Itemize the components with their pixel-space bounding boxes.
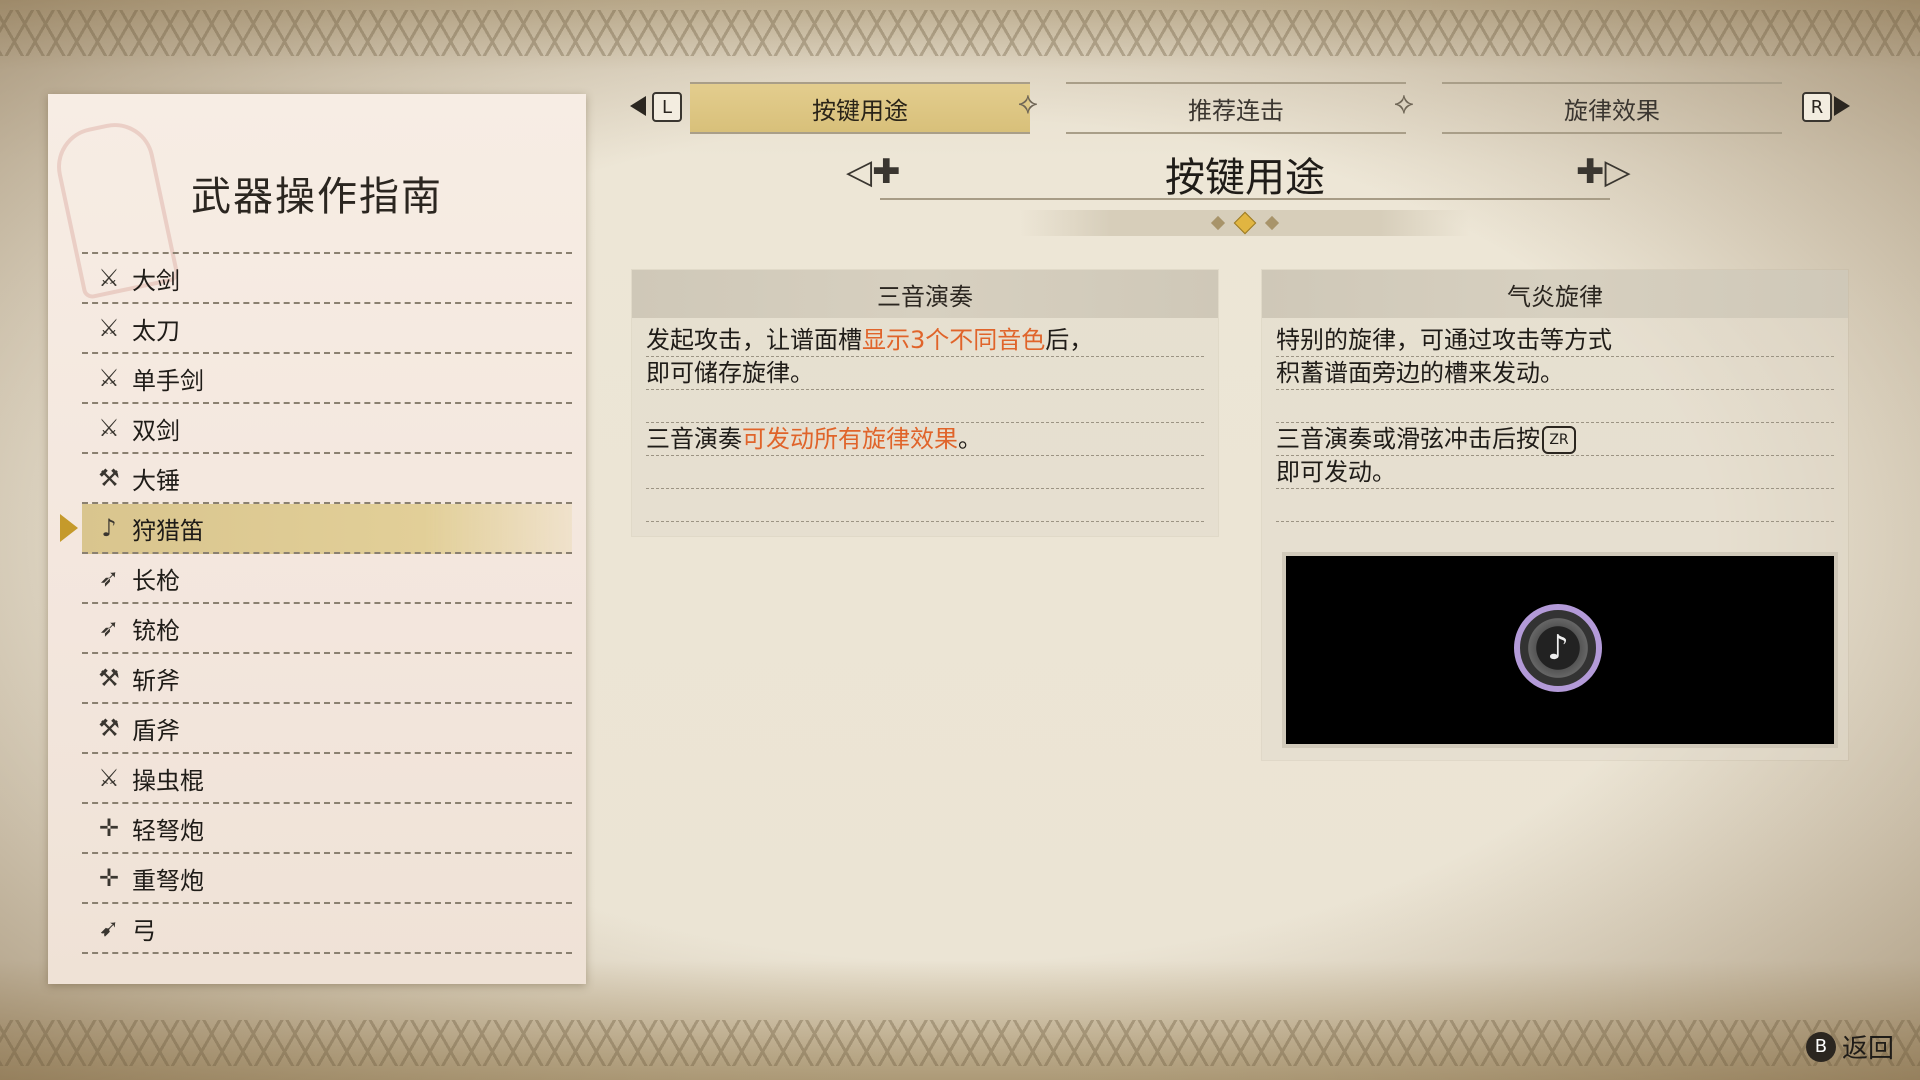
insect-glaive-icon: ⚔ [98,764,120,792]
highlight-text: 可发动所有旋律效果 [742,425,958,453]
weapon-label: 长枪 [132,566,180,595]
tab-divider-icon: ⟡ [1018,86,1038,121]
charge-blade-icon: ⚒ [98,714,120,742]
zr-button-icon: ZR [1542,426,1576,454]
weapon-item[interactable]: ✛ 重弩炮 [82,854,572,904]
demo-video: ♪ [1286,556,1834,744]
section-title: 按键用途 [1165,155,1325,201]
section-divider [880,198,1610,200]
selection-cursor-icon [60,514,78,542]
weapon-label: 重弩炮 [132,866,204,895]
sword-and-shield-icon: ⚔ [98,364,120,392]
weapon-item[interactable]: ⚔ 双剑 [82,404,572,454]
tab-prev-arrow-icon[interactable] [630,96,646,116]
tab-recommended-combos[interactable]: 推荐连击 [1066,82,1406,134]
weapon-item[interactable]: ➶ 铳枪 [82,604,572,654]
weapon-item[interactable]: ⚔ 太刀 [82,304,572,354]
heavy-bowgun-icon: ✛ [98,864,120,892]
weapon-item[interactable]: ♪ 狩猎笛 [60,504,572,554]
hammer-icon: ⚒ [98,464,120,492]
tab-melody-effects[interactable]: 旋律效果 [1442,82,1782,134]
hunting-horn-icon: ♪ [101,514,117,542]
card-text-line [646,489,1204,522]
weapon-label: 弓 [132,916,156,945]
page-dot [1233,211,1257,235]
weapon-item[interactable]: ⚒ 斩斧 [82,654,572,704]
weapon-label: 单手剑 [132,366,204,395]
weapon-label: 太刀 [132,316,180,345]
highlight-text: 显示3个不同音色 [862,326,1046,354]
weapon-label: 铳枪 [132,616,180,645]
card-text-line: 三音演奏或滑弦冲击后按 ZR [1276,423,1834,456]
bow-icon: ➹ [98,914,120,942]
bottom-border-pattern [0,1020,1920,1066]
card-text-line: 特别的旋律，可通过攻击等方式 [1276,324,1834,357]
card-heading: 三音演奏 [632,270,1218,318]
switch-axe-icon: ⚒ [98,664,120,692]
weapon-item[interactable]: ⚔ 大剑 [82,252,572,304]
weapon-list: ⚔ 大剑 ⚔ 太刀 ⚔ 单手剑 ⚔ 双剑 ⚒ 大锤 ♪ 狩猎笛 ➶ 长枪 ➶ 铳枪 ⚒ 斩斧 ⚒ 盾斧 ⚔ 操虫棍 ✛ 轻弩炮… [60,252,572,954]
weapon-item[interactable]: ⚔ 单手剑 [82,354,572,404]
great-sword-icon: ⚔ [98,264,120,292]
weapon-item[interactable]: ⚔ 操虫棍 [82,754,572,804]
page-dot [1210,215,1226,231]
dpad-right-icon[interactable]: ✚▷ [1576,152,1631,192]
card-three-note: 三音演奏 发起攻击，让谱面槽显示3个不同音色后， 即可储存旋律。 三音演奏可发动… [632,270,1218,536]
card-heading: 气炎旋律 [1262,270,1848,318]
back-label: 返回 [1841,1034,1894,1064]
page-dot [1264,215,1280,231]
weapon-label: 狩猎笛 [132,516,204,545]
panel-title: 武器操作指南 [191,174,443,220]
card-text-line: 即可储存旋律。 [646,357,1204,390]
page-indicator [1020,210,1470,236]
card-text-line [646,390,1204,423]
long-sword-icon: ⚔ [98,314,120,342]
card-text-line: 即可发动。 [1276,456,1834,489]
weapon-item[interactable]: ➶ 长枪 [82,554,572,604]
card-text-line [646,456,1204,489]
weapon-item[interactable]: ➹ 弓 [82,904,572,954]
card-text-line [1276,489,1834,522]
lance-icon: ➶ [98,564,120,592]
weapon-label: 操虫棍 [132,766,204,795]
melody-gauge-icon: ♪ [1514,604,1602,692]
weapon-item[interactable]: ✛ 轻弩炮 [82,804,572,854]
tab-key-usage[interactable]: 按键用途 [690,82,1030,134]
tab-next-arrow-icon[interactable] [1834,96,1850,116]
weapon-label: 盾斧 [132,716,180,745]
card-text-line [1276,390,1834,423]
weapon-item[interactable]: ⚒ 大锤 [82,454,572,504]
card-text-line: 三音演奏可发动所有旋律效果。 [646,423,1204,456]
light-bowgun-icon: ✛ [98,814,120,842]
weapon-label: 大锤 [132,466,180,495]
weapon-label: 大剑 [132,266,180,295]
weapon-label: 轻弩炮 [132,816,204,845]
gunlance-icon: ➶ [98,614,120,642]
dual-blades-icon: ⚔ [98,414,120,442]
top-border-pattern [0,10,1920,56]
card-text-line: 积蓄谱面旁边的槽来发动。 [1276,357,1834,390]
weapon-label: 双剑 [132,416,180,445]
tab-bar: L 按键用途 ⟡ 推荐连击 ⟡ 旋律效果 R [630,82,1860,134]
card-text-line: 发起攻击，让谱面槽显示3个不同音色后， [646,324,1204,357]
weapon-item[interactable]: ⚒ 盾斧 [82,704,572,754]
l-button-icon[interactable]: L [652,92,682,122]
b-button-icon: B [1805,1031,1836,1062]
r-button-icon[interactable]: R [1802,92,1832,122]
weapon-label: 斩斧 [132,666,180,695]
back-button[interactable]: B 返回 [1805,1028,1894,1065]
tab-divider-icon: ⟡ [1394,86,1414,121]
